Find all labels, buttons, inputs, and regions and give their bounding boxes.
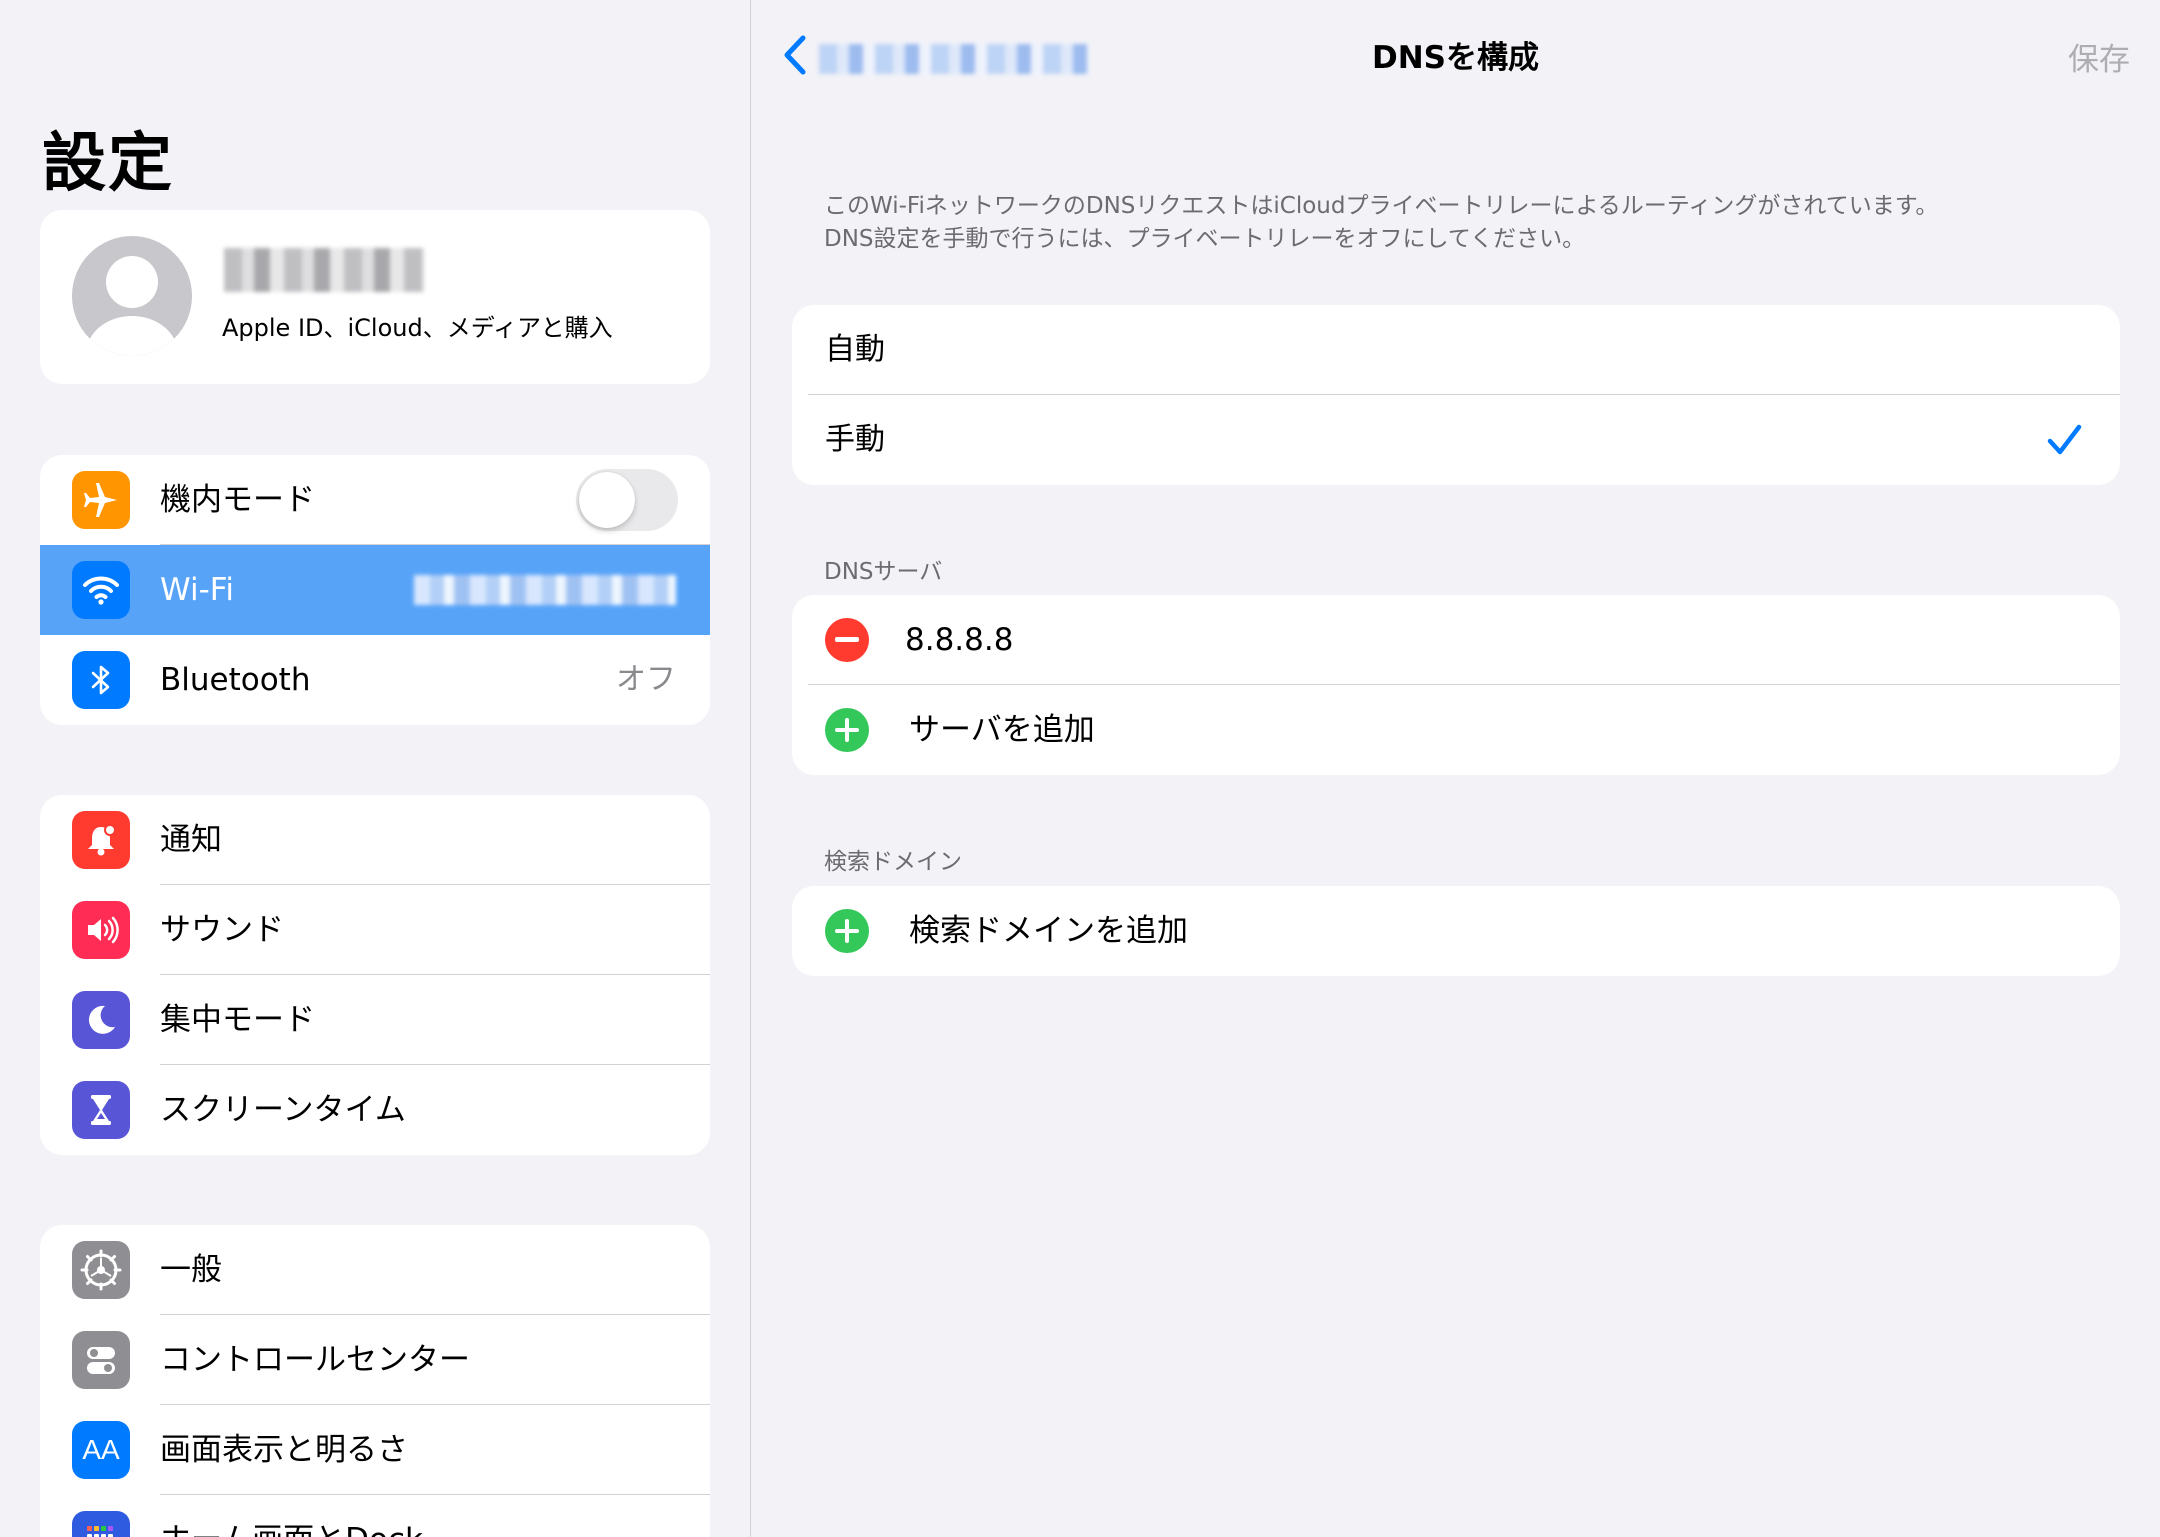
profile-subtitle: Apple ID、iCloud、メディアと購入 — [222, 314, 613, 342]
add-server-row[interactable]: サーバを追加 — [792, 685, 2120, 775]
wifi-network-name-redacted — [414, 575, 676, 605]
checkmark-icon — [2047, 424, 2082, 455]
minus-icon — [835, 637, 859, 642]
avatar — [72, 236, 192, 356]
search-domains-header: 検索ドメイン — [824, 849, 962, 875]
add-server-button[interactable] — [825, 708, 869, 752]
search-domains-group: 検索ドメインを追加 — [792, 886, 2120, 976]
speaker-icon — [72, 901, 130, 959]
sidebar-item-label: 通知 — [160, 822, 222, 858]
sidebar-item-wifi[interactable]: Wi-Fi — [40, 545, 710, 635]
detail-pane: DNSを構成 保存 このWi-FiネットワークのDNSリクエストはiCloudプ… — [751, 0, 2160, 1537]
sidebar-item-label: サウンド — [160, 912, 284, 948]
sidebar-item-label: 画面表示と明るさ — [160, 1432, 408, 1468]
sidebar-item-label: スクリーンタイム — [160, 1092, 406, 1128]
plus-icon — [835, 718, 859, 742]
add-search-domain-row[interactable]: 検索ドメインを追加 — [792, 886, 2120, 976]
dns-server-row: 8.8.8.8 — [792, 595, 2120, 685]
remove-server-button[interactable] — [825, 618, 869, 662]
bluetooth-icon — [72, 651, 130, 709]
add-server-label: サーバを追加 — [909, 712, 1095, 748]
dns-mode-manual[interactable]: 手動 — [792, 395, 2120, 485]
add-search-domain-label: 検索ドメインを追加 — [909, 913, 1188, 949]
home-grid-icon — [72, 1511, 130, 1537]
private-relay-note: このWi-FiネットワークのDNSリクエストはiCloudプライベートリレーによ… — [824, 190, 2064, 256]
dns-mode-group: 自動 手動 — [792, 305, 2120, 485]
sidebar-item-label: コントロールセンター — [160, 1342, 470, 1378]
dns-mode-label: 手動 — [825, 422, 885, 457]
sidebar-item-label: Bluetooth — [160, 662, 311, 698]
moon-icon — [72, 991, 130, 1049]
airplane-mode-toggle[interactable] — [576, 469, 678, 531]
sidebar-item-screen-time[interactable]: スクリーンタイム — [40, 1065, 710, 1155]
sidebar-item-home-screen[interactable]: ホーム画面とDock — [40, 1495, 710, 1537]
sidebar-item-display[interactable]: AA 画面表示と明るさ — [40, 1405, 710, 1495]
general-group: 一般 コントロールセンター AA 画面表示と明るさ — [40, 1225, 710, 1537]
sidebar-item-label: Wi-Fi — [160, 572, 234, 608]
notifications-group: 通知 サウンド 集中モード スクリーンタイム — [40, 795, 710, 1155]
dns-servers-group: 8.8.8.8 サーバを追加 — [792, 595, 2120, 775]
sidebar-item-bluetooth[interactable]: Bluetooth オフ — [40, 635, 710, 725]
plus-icon — [835, 919, 859, 943]
connectivity-group: 機内モード Wi-Fi Bluetooth オフ — [40, 455, 710, 725]
dns-mode-label: 自動 — [825, 332, 885, 367]
dns-servers-header: DNSサーバ — [824, 559, 943, 585]
sidebar-item-label: 一般 — [160, 1252, 222, 1288]
sidebar-item-general[interactable]: 一般 — [40, 1225, 710, 1315]
note-line-2: DNS設定を手動で行うには、プライベートリレーをオフにしてください。 — [824, 226, 1586, 252]
dns-server-address[interactable]: 8.8.8.8 — [905, 595, 1013, 685]
apple-id-profile[interactable]: Apple ID、iCloud、メディアと購入 — [40, 210, 710, 384]
sidebar-item-label: ホーム画面とDock — [160, 1495, 423, 1537]
sidebar-item-notifications[interactable]: 通知 — [40, 795, 710, 885]
gear-icon — [72, 1241, 130, 1299]
sidebar-item-sounds[interactable]: サウンド — [40, 885, 710, 975]
dns-mode-automatic[interactable]: 自動 — [792, 305, 2120, 395]
sidebar-title: 設定 — [42, 127, 174, 201]
save-button[interactable]: 保存 — [2068, 34, 2130, 79]
hourglass-icon — [72, 1081, 130, 1139]
add-search-domain-button[interactable] — [825, 909, 869, 953]
note-line-1: このWi-FiネットワークのDNSリクエストはiCloudプライベートリレーによ… — [824, 193, 1939, 219]
profile-name-redacted — [224, 248, 424, 292]
sidebar-item-label: 機内モード — [160, 482, 315, 518]
switches-icon — [72, 1331, 130, 1389]
bell-icon — [72, 811, 130, 869]
sidebar-item-control-center[interactable]: コントロールセンター — [40, 1315, 710, 1405]
text-size-icon: AA — [72, 1421, 130, 1479]
sidebar-item-label: 集中モード — [160, 1002, 315, 1038]
page-title: DNSを構成 — [1371, 40, 1539, 76]
bluetooth-status: オフ — [616, 662, 676, 697]
wifi-icon — [72, 561, 130, 619]
sidebar-item-focus[interactable]: 集中モード — [40, 975, 710, 1065]
airplane-icon — [72, 471, 130, 529]
sidebar-item-airplane-mode[interactable]: 機内モード — [40, 455, 710, 545]
sidebar: 設定 Apple ID、iCloud、メディアと購入 機内モード Wi-Fi B… — [0, 0, 750, 1537]
